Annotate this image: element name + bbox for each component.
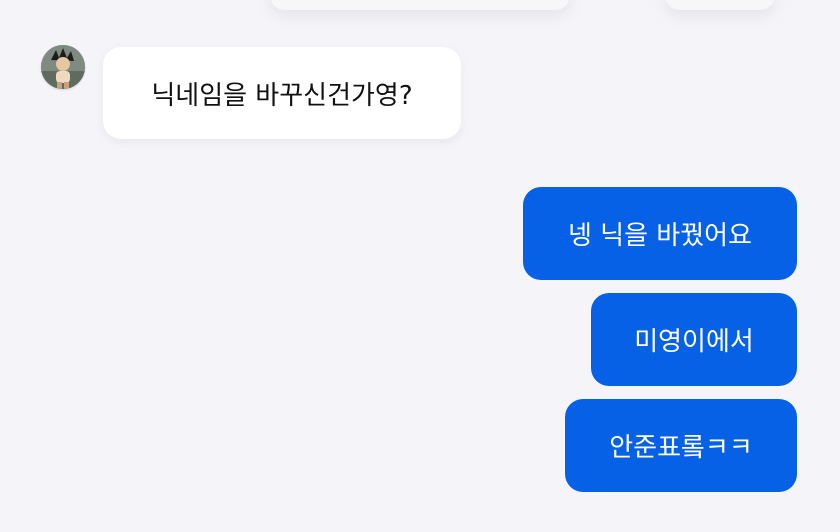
outgoing-message-bubble[interactable]: 미영이에서 (591, 293, 797, 386)
outgoing-message-bubble[interactable]: 넹 닉을 바꿨어요 (523, 187, 797, 280)
incoming-message-bubble[interactable]: 닉네임을 바꾸신건가영? (103, 47, 461, 139)
sender-avatar[interactable] (41, 45, 85, 89)
avatar-image (41, 45, 85, 89)
previous-message-shadow (270, 0, 570, 10)
outgoing-message-text: 안준표롴ㅋㅋ (609, 433, 753, 463)
outgoing-message-text: 넹 닉을 바꿨어요 (568, 221, 752, 251)
outgoing-message-text: 미영이에서 (634, 327, 754, 357)
incoming-message-text: 닉네임을 바꾸신건가영? (151, 80, 413, 111)
outgoing-message-bubble[interactable]: 안준표롴ㅋㅋ (565, 399, 797, 492)
previous-message-shadow (665, 0, 775, 10)
